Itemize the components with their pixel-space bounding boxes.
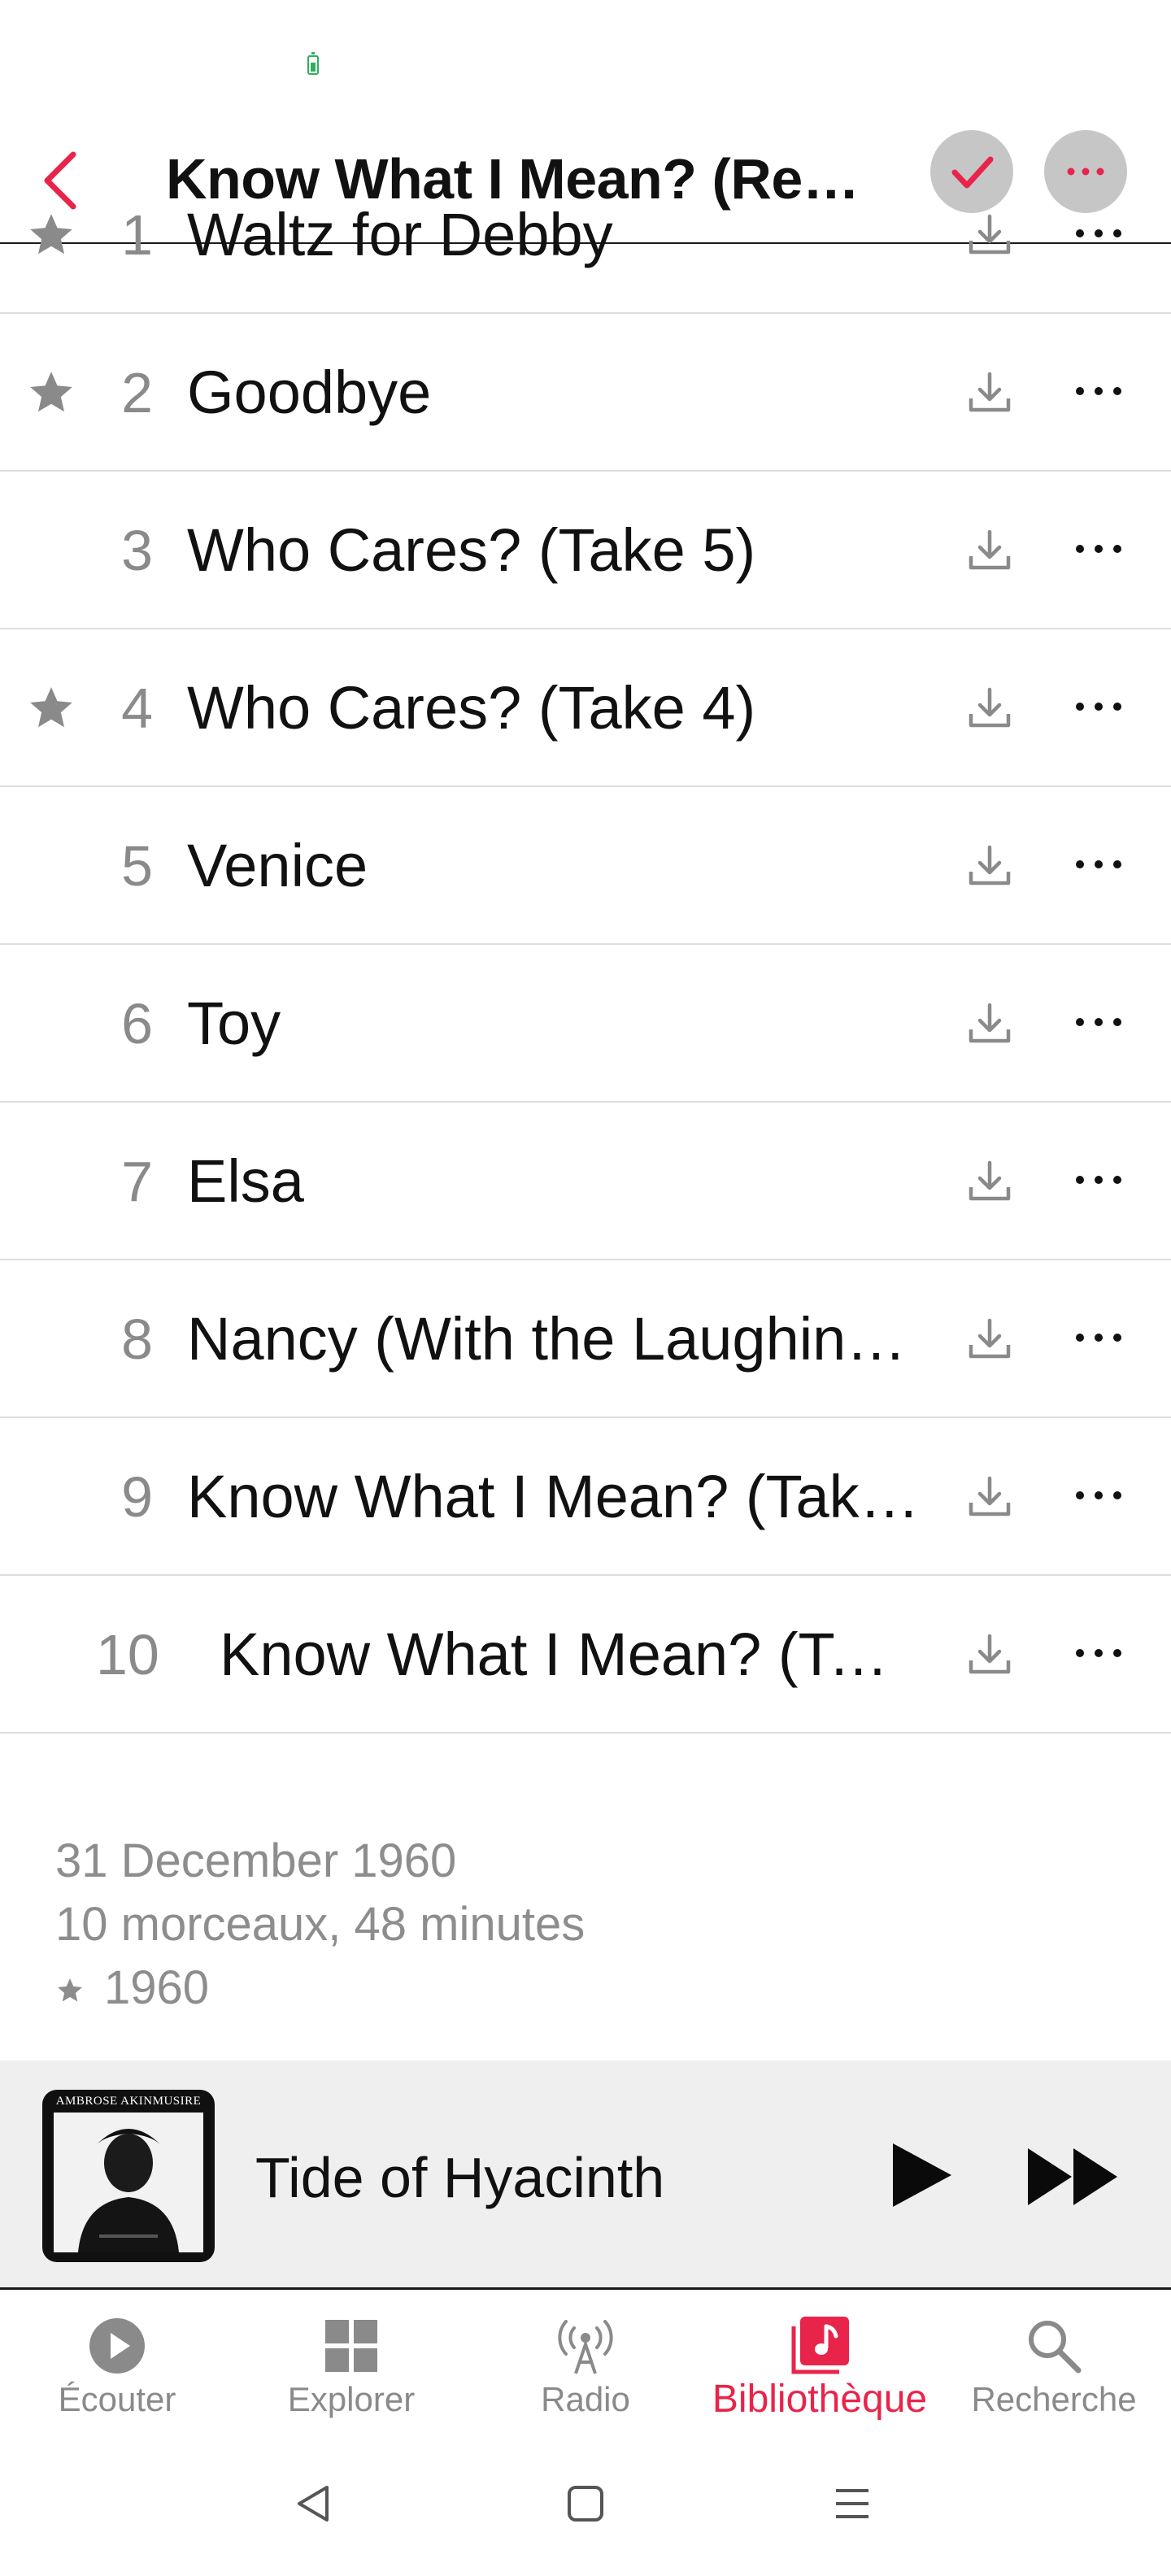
track-number: 2 — [121, 361, 153, 424]
track-number: 5 — [121, 834, 153, 898]
track-more-icon[interactable] — [1072, 1487, 1125, 1503]
track-row[interactable]: 1 Waltz for Debby — [0, 156, 1171, 314]
track-number: 8 — [121, 1308, 153, 1371]
track-more-icon[interactable] — [1072, 856, 1125, 872]
track-title: Venice — [187, 832, 368, 899]
menu-lines-icon[interactable] — [828, 2479, 877, 2528]
track-more-icon[interactable] — [1072, 1329, 1125, 1346]
artwork-artist-text: AMBROSE AKINMUSIRE — [55, 2095, 202, 2108]
track-more-icon[interactable] — [1072, 1014, 1125, 1030]
star-icon — [58, 1978, 82, 2002]
tab-label: Écouter — [58, 2380, 176, 2418]
track-number: 4 — [121, 677, 153, 740]
track-row[interactable]: 4 Who Cares? (Take 4) — [0, 629, 1171, 787]
track-row[interactable]: 7 Elsa — [0, 1103, 1171, 1260]
track-more-icon[interactable] — [1072, 1645, 1125, 1661]
download-icon[interactable] — [966, 1473, 1013, 1521]
album-info: 31 December 1960 10 morceaux, 48 minutes… — [55, 1830, 1112, 2020]
tab-bar: Écouter Explorer Radio Bibliothèque Rech… — [0, 2292, 1171, 2447]
track-row[interactable]: 2 Goodbye — [0, 314, 1171, 472]
track-number: 6 — [121, 992, 153, 1055]
track-more-icon[interactable] — [1072, 383, 1125, 399]
back-triangle-icon[interactable] — [289, 2479, 338, 2528]
download-icon[interactable] — [966, 1158, 1013, 1205]
tab-label: Recherche — [971, 2380, 1137, 2418]
star-icon — [30, 372, 72, 412]
track-number: 3 — [121, 519, 153, 582]
download-icon[interactable] — [966, 369, 1013, 416]
download-icon[interactable] — [966, 527, 1013, 574]
download-icon[interactable] — [966, 842, 1013, 890]
play-button[interactable] — [883, 2139, 956, 2212]
tab-label: Bibliothèque — [712, 2378, 928, 2421]
track-row[interactable]: 8 Nancy (With the Laughing Face) — [0, 1260, 1171, 1418]
tab-recherche[interactable]: Recherche — [937, 2292, 1171, 2447]
track-title: Goodbye — [187, 359, 432, 426]
track-more-icon[interactable] — [1072, 698, 1125, 715]
track-title: Toy — [187, 990, 281, 1057]
track-number: 9 — [121, 1465, 153, 1529]
copyright-line: 1960 — [55, 1956, 1112, 2020]
download-icon[interactable] — [966, 1000, 1013, 1047]
system-navigation-bar — [0, 2447, 1171, 2576]
download-icon[interactable] — [966, 1316, 1013, 1363]
track-title: Who Cares? (Take 5) — [187, 516, 756, 584]
star-icon — [30, 687, 72, 728]
track-row[interactable]: 10 Know What I Mean? (Take 9) — [0, 1576, 1171, 1734]
status-bar — [0, 0, 1171, 122]
tab-ecouter[interactable]: Écouter — [0, 2292, 234, 2447]
track-number: 10 — [96, 1623, 159, 1686]
now-playing-title[interactable]: Tide of Hyacinth — [255, 2137, 664, 2218]
track-summary: 10 morceaux, 48 minutes — [55, 1898, 586, 1951]
tab-label: Explorer — [287, 2380, 416, 2418]
track-row[interactable]: 5 Venice — [0, 787, 1171, 945]
tab-radio[interactable]: Radio — [468, 2292, 703, 2447]
now-playing-artwork[interactable]: AMBROSE AKINMUSIRE — [42, 2090, 215, 2262]
download-icon[interactable] — [966, 1631, 1013, 1678]
radio-antenna-icon — [558, 2320, 613, 2374]
star-icon — [30, 214, 72, 255]
track-title: Know What I Mean? (Take 7) — [187, 1463, 927, 1530]
download-icon[interactable] — [966, 211, 1013, 259]
release-date: 31 December 1960 — [55, 1834, 457, 1887]
track-row[interactable]: 9 Know What I Mean? (Take 7) — [0, 1418, 1171, 1576]
track-title: Waltz for Debby — [187, 201, 613, 268]
next-track-button[interactable] — [1026, 2147, 1121, 2207]
track-title: Elsa — [187, 1147, 304, 1215]
tab-bibliotheque[interactable]: Bibliothèque — [703, 2292, 937, 2447]
track-title: Who Cares? (Take 4) — [187, 674, 756, 742]
portrait-silhouette — [54, 2113, 203, 2252]
track-title: Know What I Mean? (Take 9) — [220, 1621, 919, 1688]
home-square-icon[interactable] — [561, 2479, 610, 2528]
artwork-portrait — [54, 2113, 203, 2252]
tab-label: Radio — [541, 2380, 630, 2418]
grid-icon — [325, 2320, 377, 2372]
fast-forward-icon — [1028, 2148, 1117, 2205]
track-row[interactable]: 3 Who Cares? (Take 5) — [0, 472, 1171, 629]
play-circle-icon — [89, 2318, 145, 2374]
search-icon — [1029, 2321, 1082, 2374]
track-title: Nancy (With the Laughing Face) — [187, 1305, 927, 1373]
download-icon[interactable] — [966, 685, 1013, 732]
track-number: 1 — [121, 203, 153, 267]
battery-charging-icon — [307, 52, 319, 75]
mini-player[interactable]: AMBROSE AKINMUSIRE Tide of Hyacinth — [0, 2060, 1171, 2290]
track-number: 7 — [121, 1150, 153, 1213]
album-year: 1960 — [104, 1961, 210, 2014]
music-library-icon — [791, 2317, 849, 2374]
tab-explorer[interactable]: Explorer — [234, 2292, 468, 2447]
track-more-icon[interactable] — [1072, 541, 1125, 557]
track-more-icon[interactable] — [1072, 225, 1125, 242]
play-icon — [893, 2143, 951, 2207]
track-row[interactable]: 6 Toy — [0, 945, 1171, 1103]
track-more-icon[interactable] — [1072, 1172, 1125, 1188]
